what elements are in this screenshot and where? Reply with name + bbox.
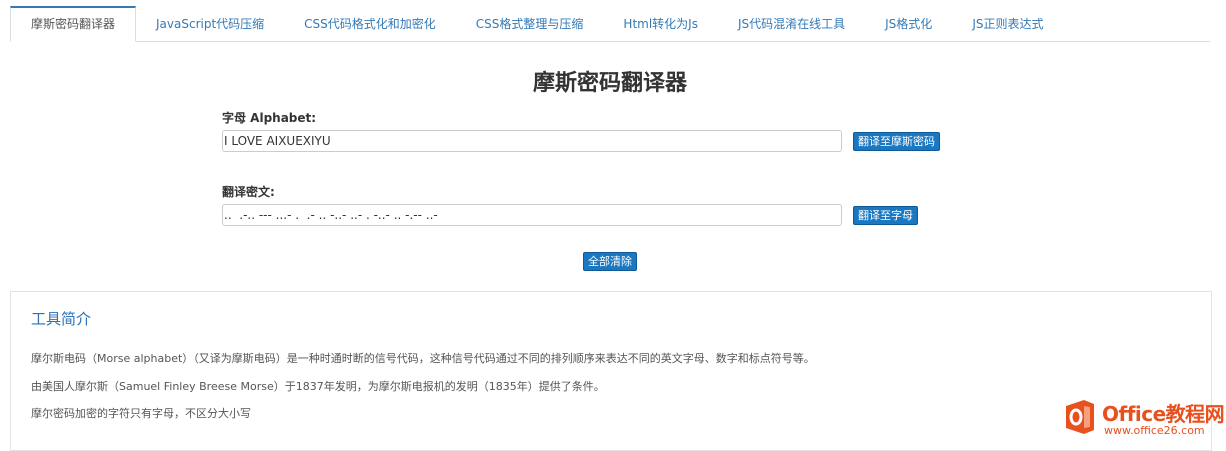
tab-css-format-compress[interactable]: CSS格式整理与压缩	[456, 7, 604, 41]
cipher-label: 翻译密文:	[222, 185, 275, 199]
intro-paragraph: 由美国人摩尔斯（Samuel Finley Breese Morse）于1837…	[31, 380, 605, 393]
tab-js-format[interactable]: JS格式化	[865, 7, 952, 41]
watermark-url: www.office26.com	[1104, 424, 1205, 437]
alphabet-label: 字母 Alphabet:	[222, 111, 317, 125]
tool-intro-panel: 工具简介 摩尔斯电码（Morse alphabet）（又译为摩斯电码）是一种时通…	[10, 291, 1212, 451]
tab-js-compress[interactable]: JavaScript代码压缩	[136, 7, 284, 41]
tab-js-regex[interactable]: JS正则表达式	[952, 7, 1063, 41]
tab-js-obfuscate[interactable]: JS代码混淆在线工具	[718, 7, 865, 41]
tab-morse-translator[interactable]: 摩斯密码翻译器	[10, 6, 137, 42]
intro-paragraph: 摩尔密码加密的字符只有字母，不区分大小写	[31, 407, 251, 420]
intro-paragraph: 摩尔斯电码（Morse alphabet）（又译为摩斯电码）是一种时通时断的信号…	[31, 352, 815, 365]
watermark-name: Office教程网	[1102, 402, 1225, 426]
office-logo-icon	[1066, 400, 1094, 434]
translate-to-morse-button[interactable]: 翻译至摩斯密码	[853, 132, 940, 151]
tool-tabs: 摩斯密码翻译器 JavaScript代码压缩 CSS代码格式化和加密化 CSS格…	[10, 6, 1210, 42]
tab-html-to-js[interactable]: Html转化为Js	[603, 7, 718, 41]
clear-all-button[interactable]: 全部清除	[583, 252, 637, 271]
page-title: 摩斯密码翻译器	[532, 71, 687, 96]
office26-watermark: Office教程网 www.office26.com	[1062, 396, 1225, 444]
cipher-input[interactable]	[222, 204, 842, 226]
alphabet-input[interactable]	[222, 130, 842, 152]
tab-css-format-encrypt[interactable]: CSS代码格式化和加密化	[284, 7, 456, 41]
intro-title: 工具简介	[31, 310, 92, 328]
translate-to-alphabet-button[interactable]: 翻译至字母	[853, 206, 918, 225]
